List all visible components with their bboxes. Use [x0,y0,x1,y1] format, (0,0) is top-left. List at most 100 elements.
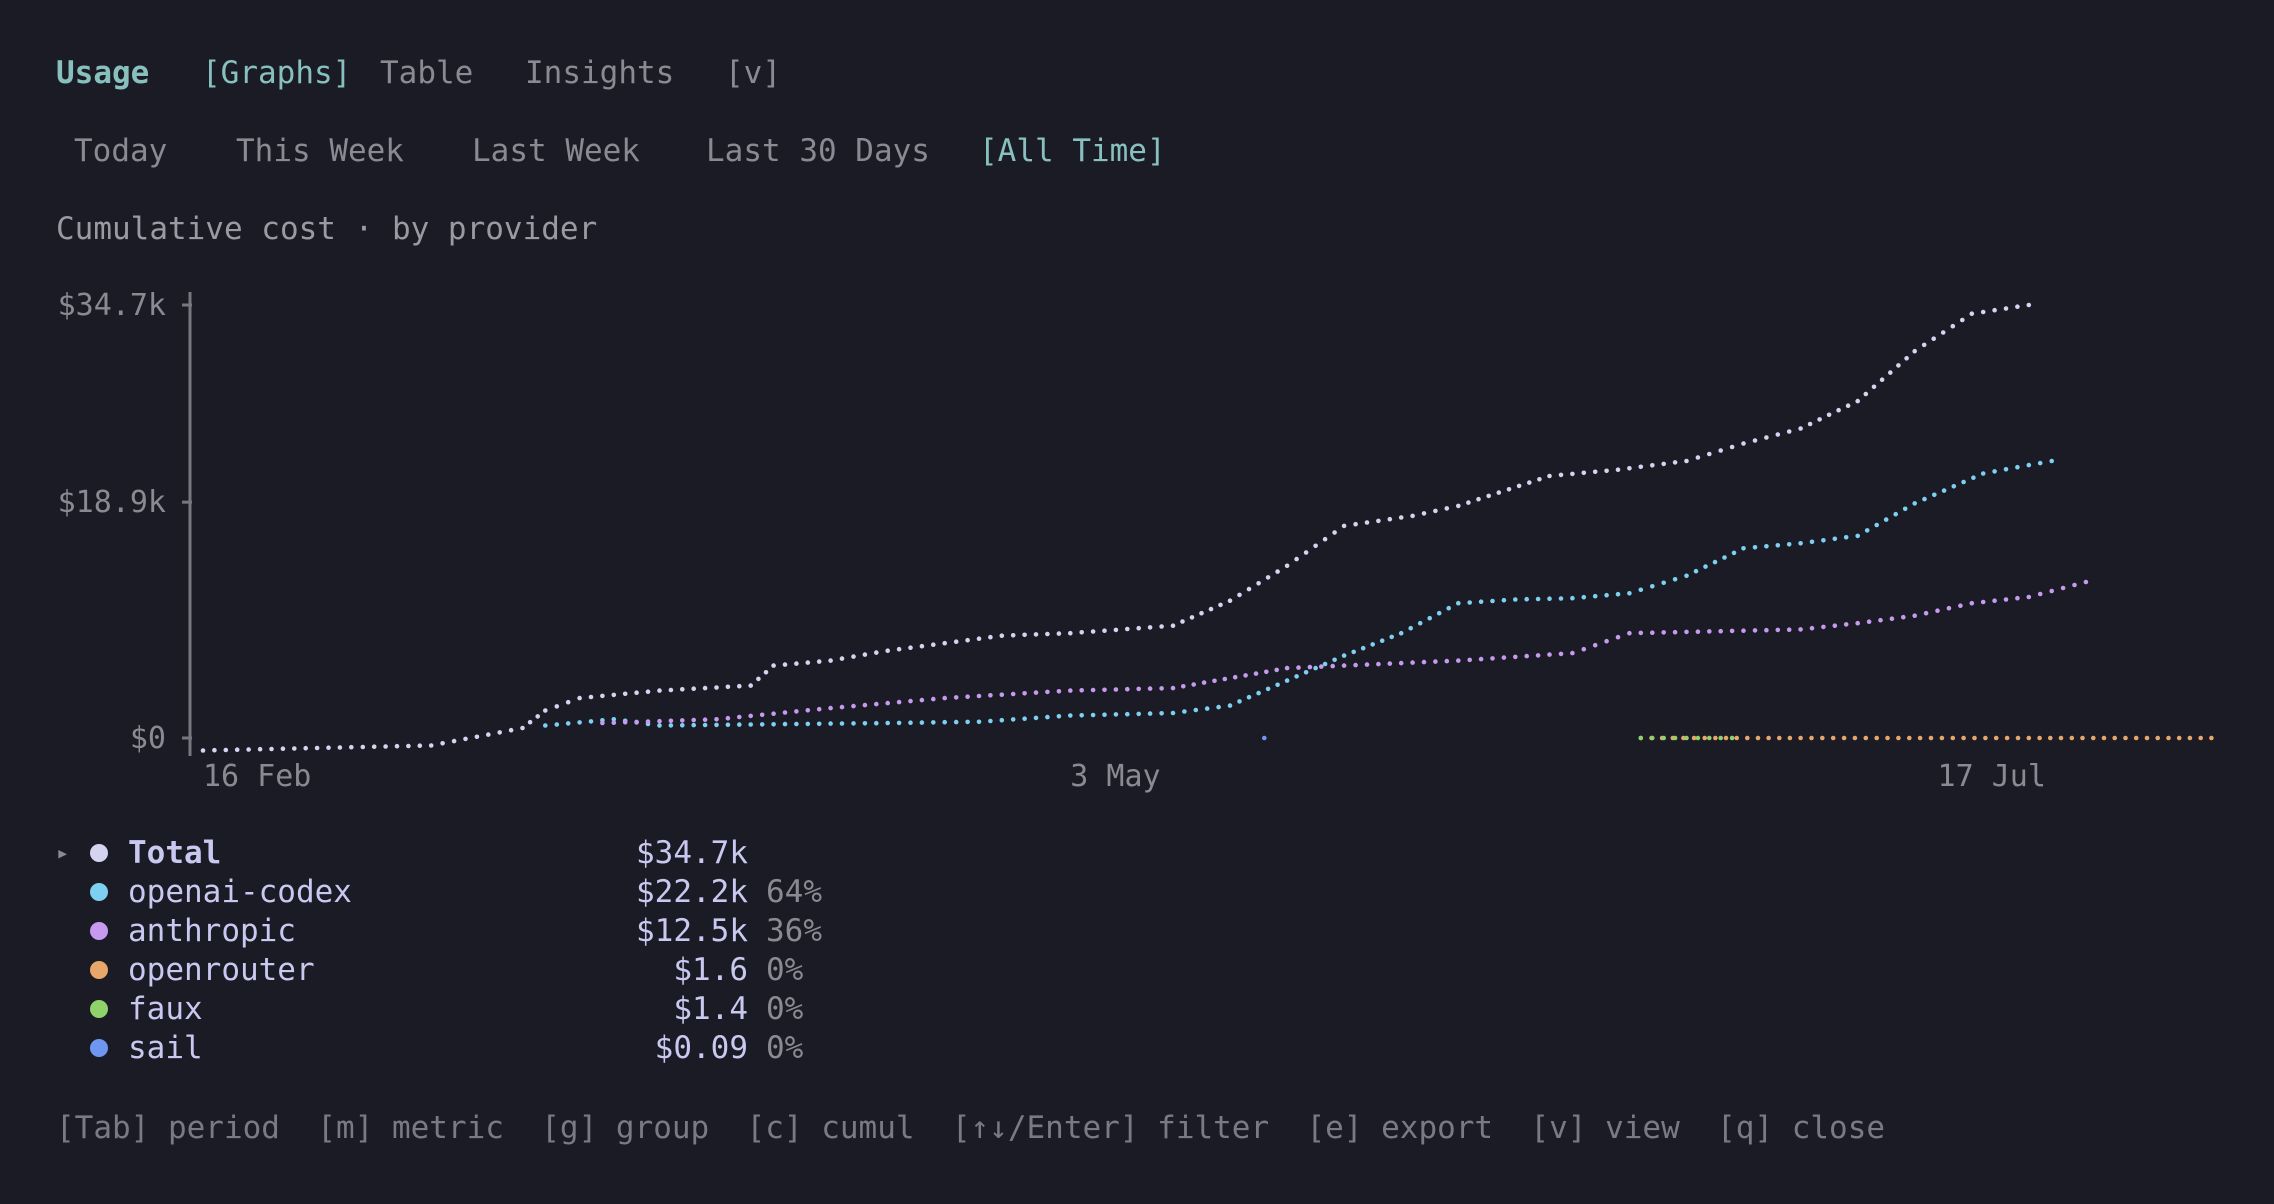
series-point [1969,311,1975,317]
series-point [702,722,708,728]
series-point [1775,432,1781,437]
series-point [999,692,1005,697]
series-point [988,693,993,698]
series-point [611,692,617,698]
series-point [1341,663,1347,668]
series-point [326,745,331,750]
series-point [1878,617,1883,623]
legend-color-dot-icon [90,961,108,979]
series-point [1427,615,1432,621]
series-point [292,746,297,751]
series-point [851,703,856,709]
series-point [1845,403,1851,409]
series-point [2166,735,2171,741]
series-point [1421,511,1427,516]
series-point [919,720,925,725]
series-point [702,685,708,691]
series-point [1723,735,1729,741]
series-point [862,721,868,726]
series-point [1417,620,1423,626]
series-point [1387,516,1393,522]
series-point [1237,699,1242,704]
series-point [1661,735,1666,741]
series-point [337,745,343,750]
series-point [1364,662,1370,667]
legend-value: $0.09 [654,1030,748,1066]
legend-row-sail[interactable]: sail $0.09 0% [56,1029,803,1067]
series-point [600,720,605,726]
legend-row-total[interactable]: ▸ Total $34.7k [56,834,766,872]
legend-name: faux [128,991,203,1027]
legend-percent: 0% [766,1030,804,1066]
series-point [1022,716,1027,721]
series-point [280,746,286,751]
series-point [1113,712,1119,717]
series-point [1227,598,1233,603]
series-point [1296,665,1301,670]
legend-name: sail [128,1030,203,1066]
series-point [1570,650,1575,656]
series-point [1661,580,1666,586]
series-point [1661,461,1666,467]
series-point [1809,735,1814,741]
series-point [1264,669,1269,675]
series-point [1718,628,1723,634]
series-point [1303,550,1309,555]
series-point [1650,584,1655,589]
series-point [371,744,377,749]
series-point [976,693,982,699]
series-point [1581,470,1587,476]
series-point [2003,597,2009,602]
series-point [1284,563,1290,569]
series-point [1501,655,1507,660]
series-point [1971,475,1976,481]
legend-row-openai-codex[interactable]: openai-codex $22.2k 64% [56,873,822,911]
series-point [2049,458,2054,464]
legend-row-faux[interactable]: faux $1.4 0% [56,990,803,1028]
series-point [680,687,685,692]
legend-color-dot-icon [90,844,108,862]
series-point [543,708,548,713]
series-point [1524,653,1529,659]
series-point [2058,735,2064,741]
series-point [577,720,582,725]
series-point [1243,673,1248,678]
series-point [1360,645,1366,651]
series-point [1912,501,1917,506]
legend-row-anthropic[interactable]: anthropic $12.5k 36% [56,912,822,950]
series-point [782,662,788,667]
series-point [885,648,890,653]
series-point [1212,678,1217,684]
series-point [1513,597,1518,602]
series-point [1980,599,1986,605]
series-point [1695,455,1701,460]
series-point [805,721,811,727]
series-point [2069,735,2075,741]
series-point [737,714,742,720]
series-point [1216,704,1221,710]
series-point [931,642,936,647]
series-point [1313,665,1318,671]
series-point [1755,735,1761,741]
series-point [2144,735,2150,741]
series-point [1364,520,1370,525]
series-point [1303,670,1309,675]
series-point [1456,503,1461,509]
series-point [1932,492,1937,498]
series-point [1879,377,1885,383]
series-point [763,670,769,675]
series-point [737,722,742,727]
series-point [2026,302,2032,308]
series-point [611,720,617,725]
series-point [1513,654,1518,660]
series-point [714,685,719,690]
series-point [794,661,799,666]
series-point [1972,735,1977,741]
legend-name: openrouter [128,952,315,988]
legend-row-openrouter[interactable]: openrouter $1.6 0% [56,951,803,989]
series-point [1045,631,1050,637]
series-point [383,744,388,749]
series-point [360,744,366,750]
series-point [691,717,696,723]
series-point [1199,610,1204,616]
